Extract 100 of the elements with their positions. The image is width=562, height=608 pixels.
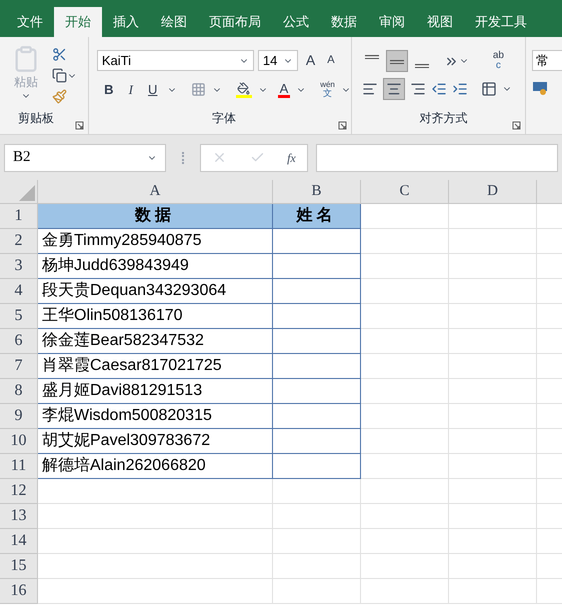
empty-cell[interactable] (361, 579, 449, 604)
table-cell[interactable]: 杨坤Judd639843949 (38, 254, 273, 279)
empty-cell[interactable] (449, 554, 537, 579)
empty-cell[interactable] (449, 379, 537, 404)
align-top-icon[interactable] (364, 54, 379, 59)
empty-cell[interactable] (361, 304, 449, 329)
empty-cell[interactable] (361, 229, 449, 254)
empty-cell[interactable] (361, 329, 449, 354)
row-header[interactable]: 8 (0, 379, 38, 404)
ribbon-tab[interactable]: 开发工具 (464, 7, 538, 37)
table-cell[interactable]: 姓名 (273, 204, 361, 229)
ribbon-tab[interactable]: 插入 (102, 7, 150, 37)
empty-cell[interactable] (273, 554, 361, 579)
empty-cell[interactable] (361, 354, 449, 379)
empty-cell[interactable] (361, 379, 449, 404)
dialog-launcher-icon[interactable] (338, 121, 347, 130)
ribbon-tab[interactable]: 公式 (272, 7, 320, 37)
select-all-icon[interactable] (19, 185, 35, 201)
italic-button[interactable]: I (122, 80, 139, 100)
empty-cell[interactable] (361, 254, 449, 279)
row-header[interactable]: 16 (0, 579, 38, 604)
align-bottom-icon[interactable] (414, 63, 429, 68)
align-left-icon[interactable] (362, 81, 378, 97)
empty-cell[interactable] (449, 429, 537, 454)
table-cell[interactable]: 徐金莲Bear582347532 (38, 329, 273, 354)
table-cell[interactable]: 肖翠霞Caesar817021725 (38, 354, 273, 379)
decrease-indent-icon[interactable] (430, 81, 447, 97)
empty-cell[interactable] (449, 504, 537, 529)
empty-cell[interactable] (273, 504, 361, 529)
table-cell[interactable] (273, 429, 361, 454)
row-header[interactable]: 3 (0, 254, 38, 279)
empty-cell[interactable] (361, 429, 449, 454)
empty-cell[interactable] (449, 479, 537, 504)
empty-cell[interactable] (449, 229, 537, 254)
cut-icon[interactable] (52, 47, 67, 62)
empty-cell[interactable] (361, 454, 449, 479)
table-cell[interactable]: 金勇Timmy285940875 (38, 229, 273, 254)
column-header[interactable]: B (273, 180, 361, 203)
table-cell[interactable] (273, 354, 361, 379)
empty-cell[interactable] (449, 204, 537, 229)
table-cell[interactable] (273, 279, 361, 304)
format-painter-icon[interactable] (52, 89, 67, 104)
row-header[interactable]: 11 (0, 454, 38, 479)
empty-cell[interactable] (273, 529, 361, 554)
align-center-icon[interactable] (386, 81, 402, 97)
shrink-font-button[interactable]: A (323, 52, 339, 69)
empty-cell[interactable] (361, 279, 449, 304)
wrap-text-button[interactable]: ab c (492, 51, 504, 71)
insert-function-button[interactable]: fx (287, 148, 296, 166)
ribbon-tab[interactable]: 数据 (320, 7, 368, 37)
row-header[interactable]: 2 (0, 229, 38, 254)
phonetic-button[interactable]: wén 文 (320, 81, 335, 98)
row-header[interactable]: 13 (0, 504, 38, 529)
grow-font-button[interactable]: A (302, 50, 320, 71)
increase-indent-icon[interactable] (452, 81, 468, 97)
money-icon[interactable] (532, 81, 548, 95)
ribbon-tab[interactable]: 审阅 (368, 7, 416, 37)
empty-cell[interactable] (449, 529, 537, 554)
ribbon-tab[interactable]: 文件 (6, 7, 54, 37)
table-cell[interactable]: 王华Olin508136170 (38, 304, 273, 329)
column-header[interactable]: A (38, 180, 273, 203)
column-header[interactable]: C (361, 180, 449, 203)
table-cell[interactable] (273, 254, 361, 279)
row-header[interactable]: 6 (0, 329, 38, 354)
font-color-button[interactable]: A (278, 82, 290, 98)
dialog-launcher-icon[interactable] (512, 121, 521, 130)
underline-button[interactable]: U (144, 80, 161, 100)
empty-cell[interactable] (361, 479, 449, 504)
font-name-field[interactable]: KaiTi (96, 50, 254, 71)
align-middle-icon[interactable] (390, 58, 404, 64)
empty-cell[interactable] (361, 529, 449, 554)
row-header[interactable]: 12 (0, 479, 38, 504)
table-cell[interactable] (273, 379, 361, 404)
empty-cell[interactable] (449, 304, 537, 329)
row-header[interactable]: 1 (0, 204, 38, 229)
borders-icon[interactable] (190, 82, 206, 98)
table-cell[interactable] (273, 329, 361, 354)
empty-cell[interactable] (273, 479, 361, 504)
ribbon-tab[interactable]: 绘图 (150, 7, 198, 37)
empty-cell[interactable] (361, 554, 449, 579)
table-cell[interactable]: 李焜Wisdom500820315 (38, 404, 273, 429)
row-header[interactable]: 14 (0, 529, 38, 554)
row-header[interactable]: 9 (0, 404, 38, 429)
formula-field[interactable] (316, 144, 558, 172)
fill-color-icon[interactable] (236, 82, 252, 98)
empty-cell[interactable] (449, 404, 537, 429)
empty-cell[interactable] (273, 579, 361, 604)
merge-cells-icon[interactable] (480, 81, 497, 97)
table-cell[interactable] (273, 404, 361, 429)
table-cell[interactable]: 胡艾妮Pavel309783672 (38, 429, 273, 454)
ribbon-tab[interactable]: 开始 (54, 7, 102, 37)
row-header[interactable]: 7 (0, 354, 38, 379)
column-header[interactable]: D (449, 180, 537, 203)
empty-cell[interactable] (449, 254, 537, 279)
empty-cell[interactable] (449, 579, 537, 604)
number-format-field[interactable]: 常 (532, 50, 562, 71)
name-box[interactable]: B2 (4, 144, 166, 172)
table-cell[interactable]: 数据 (38, 204, 273, 229)
empty-cell[interactable] (449, 329, 537, 354)
row-header[interactable]: 4 (0, 279, 38, 304)
